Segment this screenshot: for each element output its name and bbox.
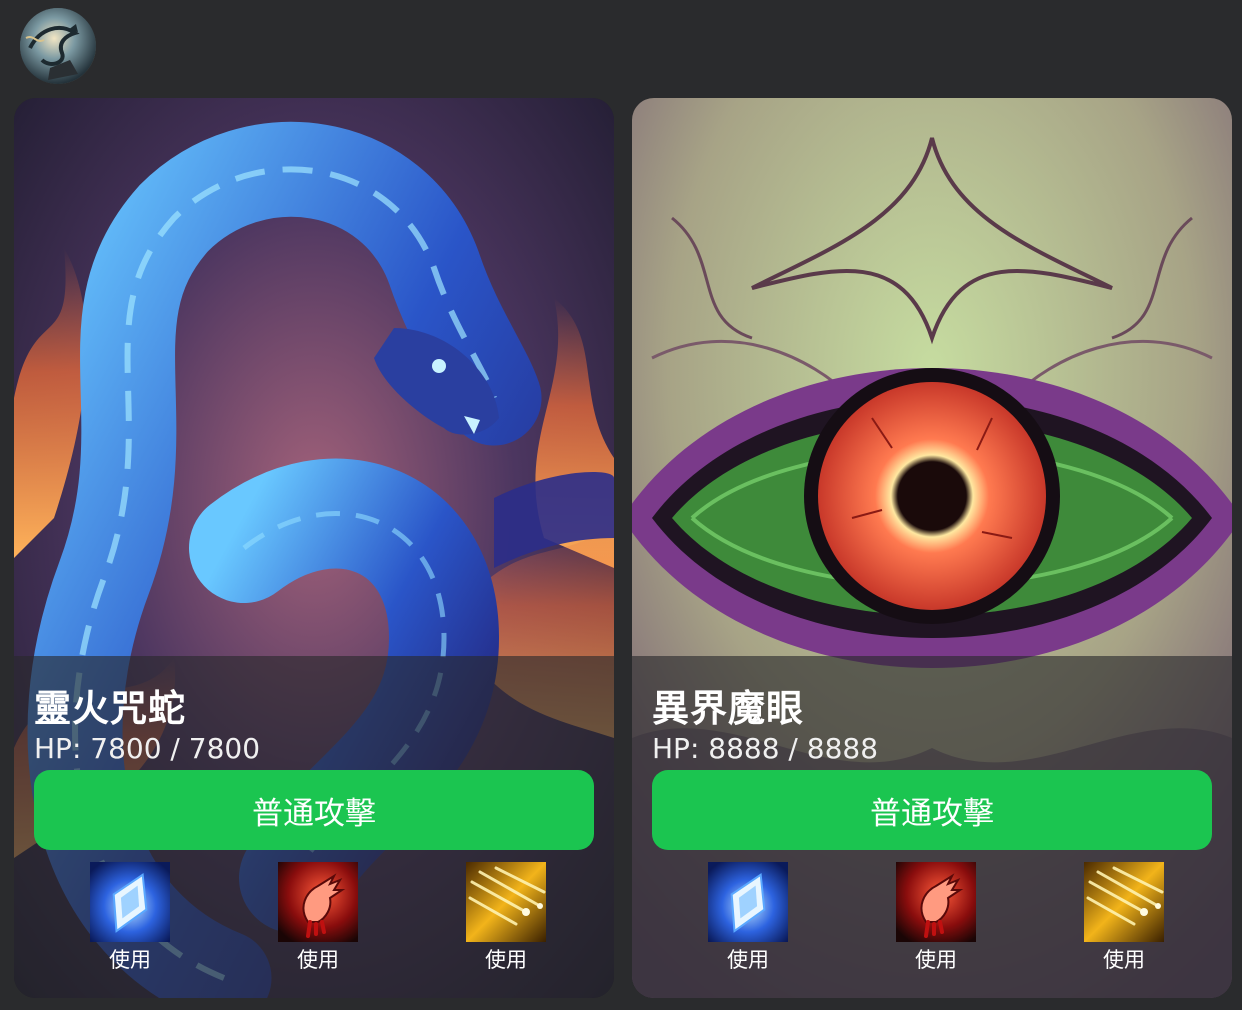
skill-slot-blood[interactable]: 使用 xyxy=(273,862,363,974)
monster-card-serpent: 靈火咒蛇 HP: 7800 / 7800 普通攻擊 使用 使用 使用 xyxy=(14,98,614,998)
monster-hp: HP: 7800 / 7800 xyxy=(34,732,261,765)
golden-meteor-skill-icon[interactable] xyxy=(466,862,546,942)
monster-name: 靈火咒蛇 xyxy=(34,687,186,730)
skill-slot-meteor[interactable]: 使用 xyxy=(1079,862,1169,974)
user-avatar[interactable] xyxy=(20,8,96,84)
normal-attack-button[interactable]: 普通攻擊 xyxy=(652,770,1212,850)
monster-info-panel: 異界魔眼 HP: 8888 / 8888 普通攻擊 使用 使用 使用 xyxy=(632,656,1232,998)
monster-info-panel: 靈火咒蛇 HP: 7800 / 7800 普通攻擊 使用 使用 使用 xyxy=(14,656,614,998)
golden-meteor-skill-icon[interactable] xyxy=(1084,862,1164,942)
skill-bar: 使用 使用 使用 xyxy=(632,862,1232,972)
ice-crystal-skill-icon[interactable] xyxy=(708,862,788,942)
skill-use-label[interactable]: 使用 xyxy=(703,944,793,974)
blood-hand-skill-icon[interactable] xyxy=(278,862,358,942)
normal-attack-button[interactable]: 普通攻擊 xyxy=(34,770,594,850)
monster-name: 異界魔眼 xyxy=(652,687,804,730)
skill-use-label[interactable]: 使用 xyxy=(1079,944,1169,974)
skill-use-label[interactable]: 使用 xyxy=(85,944,175,974)
monster-hp: HP: 8888 / 8888 xyxy=(652,732,879,765)
skill-slot-blood[interactable]: 使用 xyxy=(891,862,981,974)
dragon-avatar-icon xyxy=(20,8,96,84)
skill-bar: 使用 使用 使用 xyxy=(14,862,614,972)
skill-use-label[interactable]: 使用 xyxy=(273,944,363,974)
monster-card-eye: 異界魔眼 HP: 8888 / 8888 普通攻擊 使用 使用 使用 xyxy=(632,98,1232,998)
skill-slot-ice[interactable]: 使用 xyxy=(85,862,175,974)
skill-slot-ice[interactable]: 使用 xyxy=(703,862,793,974)
skill-use-label[interactable]: 使用 xyxy=(461,944,551,974)
ice-crystal-skill-icon[interactable] xyxy=(90,862,170,942)
blood-hand-skill-icon[interactable] xyxy=(896,862,976,942)
skill-slot-meteor[interactable]: 使用 xyxy=(461,862,551,974)
skill-use-label[interactable]: 使用 xyxy=(891,944,981,974)
